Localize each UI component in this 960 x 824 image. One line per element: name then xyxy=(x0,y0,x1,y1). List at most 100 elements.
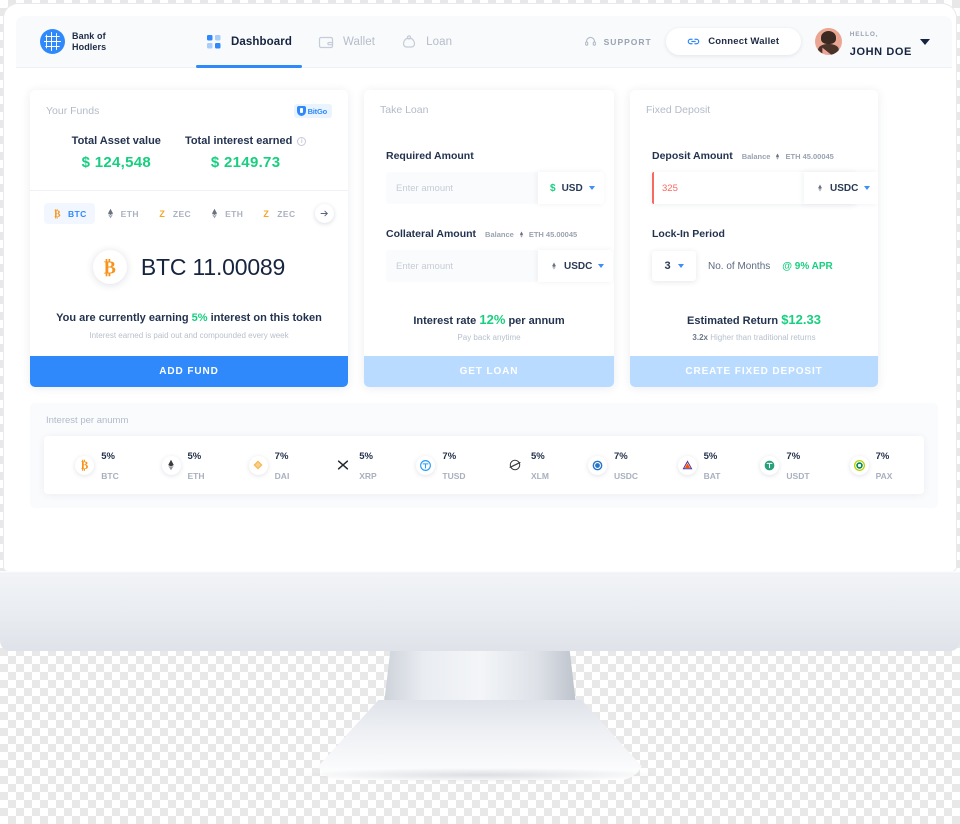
bitgo-label: BitGo xyxy=(307,106,328,116)
rate-text: 7% TUSD xyxy=(442,445,465,485)
token-tab-eth-2[interactable]: ETH xyxy=(201,203,251,224)
collateral-amount-input[interactable] xyxy=(386,250,538,282)
total-interest-label: Total interest earned xyxy=(184,135,293,147)
stellar-icon xyxy=(505,455,525,475)
screen-area: Bank of Hodlers Dashboard Wallet Loan SU… xyxy=(16,16,952,567)
required-amount-input-wrap: $ USD xyxy=(386,172,604,204)
rate-text: 7% USDT xyxy=(786,445,809,485)
months-row: 3 No. of Months @ 9% APR xyxy=(652,251,856,281)
months-select[interactable]: 3 xyxy=(652,251,696,281)
rate-symbol: BTC xyxy=(101,471,119,481)
user-menu[interactable]: HELLO, JOHN DOE xyxy=(814,23,930,60)
zcash-icon: Z xyxy=(261,208,272,219)
totals-row: Total Asset value $ 124,548 Total intere… xyxy=(30,118,348,190)
nav-label-dashboard: Dashboard xyxy=(231,35,292,48)
nav-item-wallet[interactable]: Wallet xyxy=(318,16,375,68)
rate-item-tusd[interactable]: 7% TUSD xyxy=(398,445,484,485)
rate-item-bat[interactable]: 5% BAT xyxy=(656,445,742,485)
rate-item-eth[interactable]: 5% ETH xyxy=(140,445,226,485)
deposit-currency-value: USDC xyxy=(830,182,859,194)
estimated-return-prefix: Estimated Return xyxy=(687,315,779,327)
required-amount-input[interactable] xyxy=(386,172,538,204)
collateral-currency-select[interactable]: USDC xyxy=(538,250,614,282)
nav-item-dashboard[interactable]: Dashboard xyxy=(196,16,302,68)
top-bar-actions: SUPPORT Connect Wallet HELLO, JOHN DOE xyxy=(584,23,930,60)
rate-symbol: USDC xyxy=(613,471,639,481)
monitor-bezel: Bank of Hodlers Dashboard Wallet Loan SU… xyxy=(4,4,956,571)
loan-icon xyxy=(401,34,417,50)
zcash-icon: Z xyxy=(157,208,168,219)
brand-logo[interactable]: Bank of Hodlers xyxy=(40,29,160,54)
rate-item-usdt[interactable]: 7% USDT xyxy=(742,445,828,485)
required-currency-select[interactable]: $ USD xyxy=(538,172,604,204)
monitor-chin xyxy=(0,571,960,651)
take-loan-card: Take Loan Required Amount $ xyxy=(364,90,614,387)
wallet-icon xyxy=(318,34,334,50)
required-amount-label: Required Amount xyxy=(386,150,474,162)
ripple-icon xyxy=(333,455,353,475)
required-amount-field: Required Amount $ USD xyxy=(386,150,604,204)
rate-item-btc[interactable]: ₿ 5% BTC xyxy=(54,445,140,485)
ethereum-icon xyxy=(519,231,523,238)
deposit-amount-input[interactable] xyxy=(652,172,804,204)
support-button[interactable]: SUPPORT xyxy=(584,35,652,48)
bitgo-badge: BitGo xyxy=(293,104,332,118)
rate-symbol: DAI xyxy=(274,471,290,481)
token-tab-btc[interactable]: ₿ BTC xyxy=(44,203,95,224)
user-name: JOHN DOE xyxy=(849,45,912,58)
get-loan-button[interactable]: GET LOAN xyxy=(364,356,614,387)
collateral-amount-input-wrap: USDC xyxy=(386,250,614,282)
brand-name: Bank of Hodlers xyxy=(72,31,106,53)
rate-symbol: TUSD xyxy=(442,471,466,481)
svg-text:₿: ₿ xyxy=(103,257,115,277)
collateral-balance-value: ETH 45.00045 xyxy=(528,230,578,239)
collateral-balance-note: Balance ETH 45.00045 xyxy=(485,230,577,239)
rate-text: 5% BAT xyxy=(704,445,721,485)
rate-item-xrp[interactable]: 5% XRP xyxy=(312,445,398,485)
rate-symbol: PAX xyxy=(875,471,893,481)
nav-item-loan[interactable]: Loan xyxy=(401,16,452,68)
rate-percent: 5% xyxy=(703,451,718,462)
token-tab-zec-2[interactable]: Z ZEC xyxy=(253,203,303,224)
chevron-down-icon xyxy=(598,264,605,268)
add-fund-button[interactable]: ADD FUND xyxy=(30,356,348,387)
months-label: No. of Months xyxy=(708,260,771,272)
token-next-arrow-button[interactable] xyxy=(315,204,334,223)
multiplier-value: 3.2x xyxy=(692,333,708,342)
your-funds-title: Your Funds xyxy=(46,105,100,117)
collateral-balance-label: Balance xyxy=(485,230,514,239)
rate-item-xlm[interactable]: 5% XLM xyxy=(484,445,570,485)
deposit-balance-label: Balance xyxy=(741,152,771,161)
rate-item-usdc[interactable]: 7% USDC xyxy=(570,445,656,485)
token-tab-label-1: ETH xyxy=(120,208,139,219)
token-tabs: ₿ BTC ETH Z ZEC ETH Z ZEC xyxy=(30,191,348,228)
token-tab-zec-1[interactable]: Z ZEC xyxy=(149,203,199,224)
dai-icon xyxy=(248,455,268,475)
connect-wallet-button[interactable]: Connect Wallet xyxy=(665,28,801,55)
earning-prefix: You are currently earning xyxy=(56,312,189,324)
rate-item-dai[interactable]: 7% DAI xyxy=(226,445,312,485)
total-asset-value-block: Total Asset value $ 124,548 xyxy=(72,135,161,171)
ethereum-icon xyxy=(818,184,822,192)
create-fixed-deposit-button[interactable]: CREATE FIXED DEPOSIT xyxy=(630,356,878,387)
rate-text: 5% ETH xyxy=(188,445,205,485)
monitor-stand-shadow xyxy=(300,768,660,782)
months-value: 3 xyxy=(664,260,671,272)
info-icon[interactable]: i xyxy=(297,136,307,146)
earning-rate: 5% xyxy=(191,312,208,324)
fixed-deposit-header: Fixed Deposit xyxy=(630,90,878,116)
brand-line-1: Bank of xyxy=(72,30,106,41)
fixed-deposit-card: Fixed Deposit Deposit Amount Balance ETH… xyxy=(630,90,878,387)
monitor-mockup: Bank of Hodlers Dashboard Wallet Loan SU… xyxy=(0,0,960,824)
token-tab-eth-1[interactable]: ETH xyxy=(97,203,147,224)
rate-percent: 5% xyxy=(187,451,202,462)
deposit-currency-select[interactable]: USDC xyxy=(804,172,878,204)
interest-rate-value: 12% xyxy=(479,312,506,327)
required-amount-label-row: Required Amount xyxy=(386,150,592,162)
chevron-down-icon xyxy=(588,186,595,190)
total-interest-value: $ 2149.73 xyxy=(210,154,281,171)
fixed-deposit-form: Deposit Amount Balance ETH 45.00045 325 … xyxy=(630,116,878,312)
interest-per-annum-section: Interest per anumm ₿ 5% BTC 5% ETH 7% DA… xyxy=(30,403,938,508)
rate-item-pax[interactable]: 7% PAX xyxy=(828,445,914,485)
multiplier-text: Higher than traditional returns xyxy=(710,333,816,342)
